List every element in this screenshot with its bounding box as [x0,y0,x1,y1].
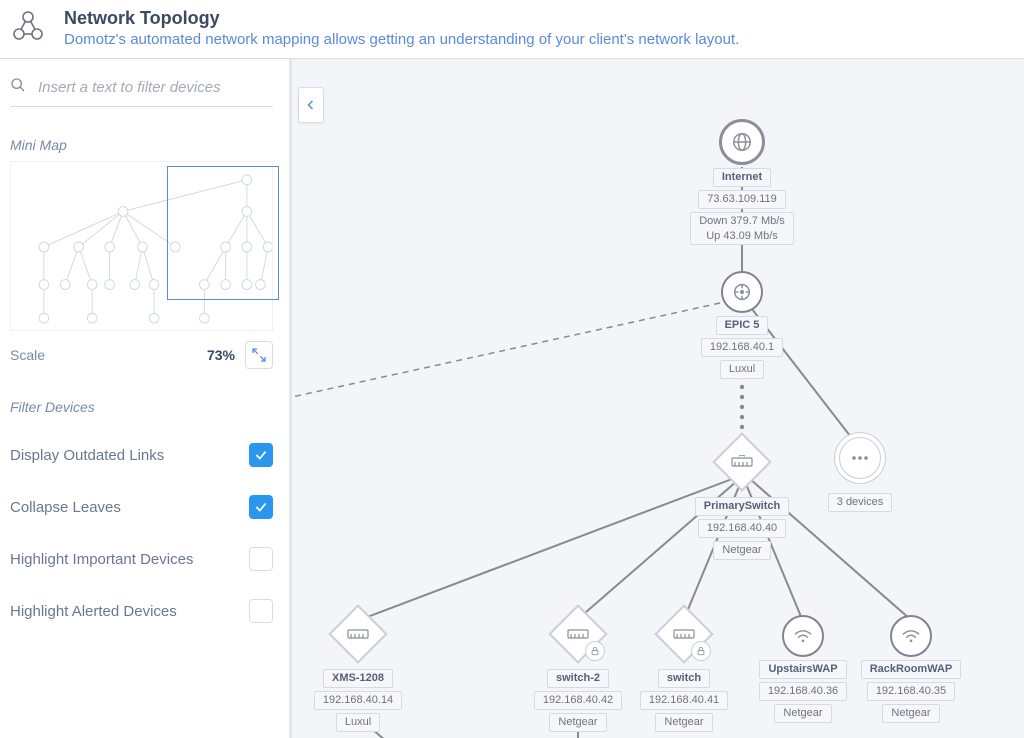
node-rackroom-wap[interactable]: RackRoomWAP 192.168.40.35 Netgear [866,615,956,723]
lock-icon [691,641,711,661]
search-icon [10,77,26,98]
filter-title: Filter Devices [10,399,273,415]
node-vendor: Luxul [720,360,764,379]
filter-collapse-leaves-label: Collapse Leaves [10,499,121,516]
node-vendor: Netgear [713,541,770,560]
node-primary-switch[interactable]: PrimarySwitch 192.168.40.40 Netgear [700,441,784,560]
node-ip: 192.168.40.40 [698,519,786,538]
wifi-icon [782,615,824,657]
node-device-group[interactable]: 3 devices [832,437,888,512]
node-name: Internet [713,168,771,187]
node-name: RackRoomWAP [861,660,962,679]
topology-canvas[interactable]: Internet 73.63.109.119 Down 379.7 Mb/s U… [292,59,1024,738]
sidebar: Mini Map [0,59,292,738]
scale-value: 73% [207,347,235,363]
page-subtitle: Domotz's automated network mapping allow… [64,31,739,48]
router-icon [721,271,763,313]
node-name: switch-2 [547,669,609,688]
switch-icon [712,432,771,491]
filter-outdated-links-label: Display Outdated Links [10,447,164,464]
filter-highlight-important-checkbox[interactable] [249,547,273,571]
filter-highlight-alerted-label: Highlight Alerted Devices [10,603,177,620]
filter-highlight-alerted-checkbox[interactable] [249,599,273,623]
node-ip: 192.168.40.14 [314,691,402,710]
header: Network Topology Domotz's automated netw… [0,0,1024,59]
lock-icon [585,641,605,661]
node-ip: 192.168.40.1 [701,338,783,357]
group-count-label: 3 devices [828,493,892,512]
wifi-icon [890,615,932,657]
node-vendor: Luxul [336,713,380,732]
collapse-sidebar-button[interactable] [298,87,324,123]
node-name: EPIC 5 [716,316,769,335]
node-vendor: Netgear [882,704,939,723]
search-row [10,73,273,107]
node-vendor: Netgear [655,713,712,732]
node-name: switch [658,669,710,688]
filter-collapse-leaves-checkbox[interactable] [249,495,273,519]
node-ip: 192.168.40.41 [640,691,728,710]
node-vendor: Netgear [549,713,606,732]
node-ip: 192.168.40.36 [759,682,847,701]
minimap[interactable] [10,161,273,331]
node-name: PrimarySwitch [695,497,789,516]
filter-highlight-important-label: Highlight Important Devices [10,551,193,568]
globe-icon [719,119,765,165]
minimap-title: Mini Map [10,137,273,153]
node-name: XMS-1208 [323,669,393,688]
ellipsis-icon [839,437,881,479]
node-ip: 192.168.40.35 [867,682,955,701]
node-router[interactable]: EPIC 5 192.168.40.1 Luxul [706,271,778,379]
node-ip: 73.63.109.119 [698,190,786,209]
node-vendor: Netgear [774,704,831,723]
page-title: Network Topology [64,8,739,29]
topology-logo-icon [10,8,46,44]
node-xms1208[interactable]: XMS-1208 192.168.40.14 Luxul [316,613,400,732]
fit-to-screen-button[interactable] [245,341,273,369]
node-switch[interactable]: switch 192.168.40.41 Netgear [642,613,726,732]
node-ip: 192.168.40.42 [534,691,622,710]
node-name: UpstairsWAP [759,660,846,679]
filter-outdated-links-checkbox[interactable] [249,443,273,467]
switch-icon [328,604,387,663]
node-upstairs-wap[interactable]: UpstairsWAP 192.168.40.36 Netgear [760,615,846,723]
node-speed: Down 379.7 Mb/s Up 43.09 Mb/s [690,212,794,246]
node-switch2[interactable]: switch-2 192.168.40.42 Netgear [536,613,620,732]
minimap-viewport[interactable] [167,166,279,300]
node-internet[interactable]: Internet 73.63.109.119 Down 379.7 Mb/s U… [698,119,786,245]
search-input[interactable] [36,78,273,97]
scale-label: Scale [10,347,45,363]
